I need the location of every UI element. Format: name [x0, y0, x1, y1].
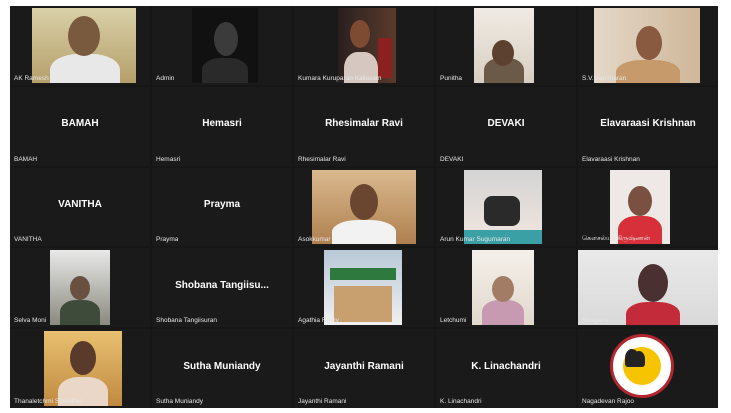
participant-tile[interactable]: Punitha: [436, 6, 576, 85]
participant-tile[interactable]: S.V.Manimaran: [578, 6, 718, 85]
participant-display-name: VANITHA: [58, 199, 102, 211]
participant-video: [44, 331, 122, 406]
participant-tile[interactable]: Sutha Muniandy Sutha Muniandy: [152, 329, 292, 408]
participant-name: Kumara Kuruparan Kailasam: [298, 74, 382, 82]
participant-name: Prayma: [156, 236, 179, 244]
participant-tile[interactable]: Hemasri Hemasri: [152, 86, 292, 166]
participant-tile[interactable]: கௌசல்யா கிருஷ்ணன்: [578, 167, 718, 247]
participant-name: BAMAH: [14, 155, 38, 163]
participant-tile[interactable]: Sivagami: [578, 248, 718, 328]
participant-display-name: DEVAKI: [487, 118, 525, 130]
participant-video: [192, 8, 258, 83]
participant-display-name: Prayma: [203, 199, 241, 211]
participant-video: [32, 8, 136, 83]
participant-tile[interactable]: Admin: [152, 6, 292, 85]
participant-name: Sivagami: [582, 317, 609, 325]
participant-tile[interactable]: K. Linachandri K. Linachandri: [436, 329, 576, 408]
participant-display-name: Sutha Muniandy: [183, 360, 261, 372]
participant-name: கௌசல்யா கிருஷ்ணன்: [582, 235, 651, 243]
participant-tile[interactable]: Arun Kumar Sugumaran: [436, 167, 576, 247]
participant-name: K. Linachandri: [440, 398, 482, 405]
participant-tile[interactable]: Jayanthi Ramani Jayanthi Ramani: [294, 329, 434, 408]
participant-tile[interactable]: AK Ramesh: [10, 6, 150, 85]
participant-display-name: BAMAH: [61, 118, 99, 130]
participant-video: [338, 8, 396, 83]
participant-tile[interactable]: Shobana Tangiisu... Shobana Tangiisuran: [152, 248, 292, 328]
participant-display-name: K. Linachandri: [471, 360, 541, 372]
participant-tile[interactable]: Agathia Rathy: [294, 248, 434, 328]
participant-tile[interactable]: Prayma Prayma: [152, 167, 292, 247]
participant-name: Nagadevan Rajoo: [582, 398, 635, 405]
participant-name: Letchumi: [440, 317, 467, 325]
participant-video: [464, 169, 542, 245]
participant-tile[interactable]: DEVAKI DEVAKI: [436, 86, 576, 166]
participant-name: VANITHA: [14, 236, 42, 244]
participant-name: Sutha Muniandy: [156, 398, 203, 405]
participant-video: [50, 250, 110, 326]
participant-display-name: Elavaraasi Krishnan: [600, 118, 696, 130]
participant-tile[interactable]: Elavaraasi Krishnan Elavaraasi Krishnan: [578, 86, 718, 166]
participant-name: Punitha: [440, 74, 463, 82]
participant-name: Selva Moni: [14, 317, 47, 325]
participant-tile[interactable]: Asokkumar: [294, 167, 434, 247]
participant-name: Agathia Rathy: [298, 317, 339, 325]
participant-tile[interactable]: Selva Moni: [10, 248, 150, 328]
participant-name: Arun Kumar Sugumaran: [440, 236, 511, 244]
participant-tile[interactable]: Rhesimalar Ravi Rhesimalar Ravi: [294, 86, 434, 166]
participant-tile[interactable]: BAMAH BAMAH: [10, 86, 150, 166]
participant-name: Elavaraasi Krishnan: [582, 155, 640, 163]
participant-video: [324, 250, 402, 326]
participant-display-name: Hemasri: [202, 118, 242, 130]
participant-video: [610, 169, 670, 245]
participant-video: [594, 8, 700, 83]
participant-display-name: Rhesimalar Ravi: [325, 118, 403, 130]
participant-name: AK Ramesh: [14, 74, 49, 82]
participant-tile[interactable]: Letchumi: [436, 248, 576, 328]
participant-name: Hemasri: [156, 155, 181, 163]
participant-grid: AK Ramesh Admin Kumara Kuruparan Kailasa…: [10, 6, 718, 408]
participant-tile[interactable]: VANITHA VANITHA: [10, 167, 150, 247]
participant-video: [312, 169, 416, 245]
participant-display-name: Jayanthi Ramani: [324, 360, 404, 372]
participant-name: Thanaletchmi Sinnathiri: [14, 398, 82, 405]
participant-name: Asokkumar: [298, 236, 331, 244]
participant-name: Shobana Tangiisuran: [156, 317, 217, 325]
participant-name: Admin: [156, 74, 175, 82]
organization-logo: [610, 334, 674, 399]
participant-tile[interactable]: Kumara Kuruparan Kailasam: [294, 6, 434, 85]
participant-name: S.V.Manimaran: [582, 74, 627, 82]
participant-display-name: Shobana Tangiisu...: [175, 279, 269, 291]
participant-name: DEVAKI: [440, 155, 464, 163]
participant-name: Jayanthi Ramani: [298, 398, 347, 405]
participant-video: [474, 8, 534, 83]
participant-tile[interactable]: Thanaletchmi Sinnathiri: [10, 329, 150, 408]
participant-video: [578, 250, 718, 326]
participant-name: Rhesimalar Ravi: [298, 155, 346, 163]
participant-tile[interactable]: Nagadevan Rajoo: [578, 329, 718, 408]
participant-video: [472, 250, 534, 326]
